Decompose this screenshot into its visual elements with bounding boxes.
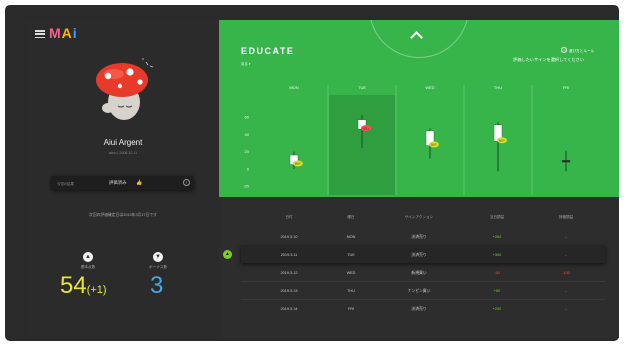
column-header[interactable]: 当日損益 xyxy=(467,215,527,220)
device-frame: MAi Aiui Argent aiiuo | 2008.12.11 今週の結果… xyxy=(5,5,619,341)
column-header[interactable]: 日付 xyxy=(259,215,319,220)
stat-bonus: ▼ ボーナス数 xyxy=(128,252,188,270)
instruction-text: 評価したいサインを選択してください xyxy=(513,57,584,62)
column-header[interactable]: 曜日 xyxy=(321,215,381,220)
back-link[interactable]: 戻る ▾ xyxy=(241,61,250,66)
basic-points-value: 54(+1) xyxy=(60,272,107,299)
next-evaluation-notice: 次回の評価確定日は2019年3月17日です xyxy=(89,213,157,217)
user-id: aiiuo | 2008.12.11 xyxy=(108,151,138,155)
educate-panel: EDUCATE 戻る ▾ ? 遊び方とルール 評価したいサインを選択してください … xyxy=(219,20,619,197)
action-cell: 決済売り xyxy=(411,306,427,311)
table-row[interactable]: 2019.3.12 WED 新規買い -90 -100 xyxy=(219,264,619,281)
table-header: 日付 曜日 サインアクション 当日損益 評価損益 xyxy=(219,215,619,225)
chevron-right-icon[interactable]: › xyxy=(183,179,190,186)
stat-label: 基本点数 xyxy=(80,265,96,269)
day-label: FRI xyxy=(563,85,569,90)
day-label: MON xyxy=(289,85,298,90)
bonus-count-value: 3 xyxy=(150,272,164,299)
table-row[interactable]: 2019.3.13 THU ナンピン買い +80 - xyxy=(219,282,619,299)
status-label: 今週の結果 xyxy=(57,182,74,186)
bonus-increment: (+1) xyxy=(86,284,107,296)
status-value: 評価済み xyxy=(109,180,127,185)
panel-title: EDUCATE xyxy=(241,46,295,56)
column-header[interactable]: 評価損益 xyxy=(536,215,596,220)
user-name: Aiui Argent xyxy=(103,138,143,147)
pnl-cell: +264 xyxy=(492,234,502,239)
question-icon: ? xyxy=(561,47,567,53)
column-header[interactable]: サインアクション xyxy=(389,215,449,220)
date-cell: 2019.3.10 xyxy=(280,234,298,239)
day-cell: MON xyxy=(346,234,356,239)
pnl-cell: -90 xyxy=(494,270,500,275)
hamburger-menu-icon[interactable] xyxy=(35,30,45,39)
stat-basic-points: ▲ 基本点数 xyxy=(58,252,118,270)
sign-marker-label: BUY xyxy=(499,138,505,142)
day-label: THU xyxy=(494,85,502,90)
y-tick-label: 0 xyxy=(247,166,250,171)
eval-cell: - xyxy=(565,306,567,311)
day-cell: THU xyxy=(347,288,355,293)
how-to-link[interactable]: ? 遊び方とルール xyxy=(561,47,594,54)
action-cell: ナンピン買い xyxy=(407,288,431,293)
date-cell: 2019.3.11 xyxy=(280,252,298,257)
date-cell: 2019.3.13 xyxy=(280,288,298,293)
main-panel: EDUCATE 戻る ▾ ? 遊び方とルール 評価したいサインを選択してください … xyxy=(219,20,619,338)
thumb-down-icon: ▼ xyxy=(153,252,163,262)
table-row[interactable]: ▲ 2019.3.11 TUE 決済売り +300 - xyxy=(223,246,605,263)
eval-cell: - xyxy=(565,234,567,239)
candle-body xyxy=(561,160,571,163)
day-cell: FRI xyxy=(347,306,355,311)
y-tick-label: 60 xyxy=(245,115,250,120)
date-cell: 2019.3.12 xyxy=(280,270,298,275)
stat-label: ボーナス数 xyxy=(149,265,167,269)
sign-chart: 60 40 20 0 -20 MON BUY TUE SELL WED BUY THU BUY FRI xyxy=(243,85,571,195)
app-logo: MAi xyxy=(49,25,78,41)
date-cell: 2019.3.14 xyxy=(280,306,298,311)
action-cell: 新規買い xyxy=(411,270,427,275)
eval-cell: -100 xyxy=(562,270,570,275)
app-screen: MAi Aiui Argent aiiuo | 2008.12.11 今週の結果… xyxy=(27,20,619,338)
y-tick-label: 40 xyxy=(245,132,250,137)
sign-marker-label: BUY xyxy=(295,162,301,166)
sign-marker-label: BUY xyxy=(431,143,437,147)
y-tick-label: 20 xyxy=(245,149,250,154)
sidebar: MAi Aiui Argent aiiuo | 2008.12.11 今週の結果… xyxy=(27,20,219,338)
action-cell: 決済売り xyxy=(411,234,427,239)
thumb-up-icon: ▲ xyxy=(223,249,232,259)
day-cell: WED xyxy=(346,270,356,275)
status-thumb-icon: 👍 xyxy=(136,179,143,186)
pnl-cell: +300 xyxy=(492,252,502,257)
pnl-cell: +80 xyxy=(493,288,501,293)
eval-cell: - xyxy=(565,288,567,293)
y-tick-label: -20 xyxy=(243,184,250,189)
day-label: WED xyxy=(425,85,434,90)
thumb-up-icon: ▲ xyxy=(83,252,93,262)
table-row[interactable]: 2019.3.10 MON 決済売り +264 - xyxy=(219,228,619,245)
table-row[interactable]: 2019.3.14 FRI 決済売り +200 - xyxy=(219,300,619,317)
weekly-status-bar[interactable]: 今週の結果 評価済み 👍 › xyxy=(51,176,194,190)
pnl-cell: +200 xyxy=(492,306,502,311)
day-label: TUE xyxy=(358,85,366,90)
mushroom-avatar-icon xyxy=(96,58,154,120)
eval-cell: - xyxy=(565,252,567,257)
action-cell: 決済売り xyxy=(411,252,427,257)
sign-marker-label: SELL xyxy=(363,126,370,130)
day-cell: TUE xyxy=(347,252,355,257)
